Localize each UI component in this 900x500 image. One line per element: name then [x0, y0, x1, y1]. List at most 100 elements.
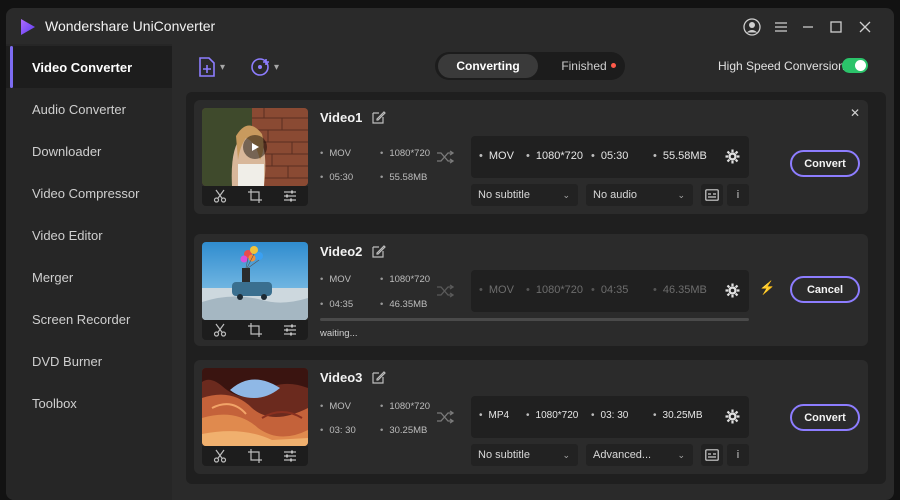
output-format: MOV [479, 284, 514, 296]
chevron-down-icon: ▾ [274, 61, 280, 73]
output-format: MP4 [479, 410, 510, 421]
thumbnail-toolbar [202, 186, 308, 206]
source-duration: 03: 30 [320, 425, 355, 436]
high-speed-bolt-icon: ⚡ [759, 280, 776, 295]
tab-converting[interactable]: Converting [438, 54, 538, 78]
app-title: Wondershare UniConverter [45, 18, 216, 34]
output-settings[interactable]: MOV 1080*720 05:30 55.58MB [471, 136, 749, 178]
output-duration: 05:30 [591, 150, 629, 162]
maximize-icon[interactable] [827, 18, 845, 36]
trim-icon[interactable] [213, 323, 227, 337]
output-format: MOV [479, 150, 514, 162]
source-size: 46.35MB [380, 299, 427, 310]
close-icon[interactable] [856, 18, 874, 36]
settings-gear-icon[interactable] [725, 283, 740, 298]
sidebar-item-dvd-burner[interactable]: DVD Burner [6, 340, 172, 382]
edit-icon[interactable] [372, 370, 386, 384]
tab-finished[interactable]: Finished [547, 54, 621, 78]
settings-gear-icon[interactable] [725, 149, 740, 164]
output-size: 46.35MB [653, 284, 707, 296]
source-resolution: 1080*720 [380, 274, 430, 285]
sidebar-item-video-converter[interactable]: Video Converter [6, 46, 172, 88]
output-resolution: 1080*720 [526, 410, 579, 421]
source-format: MOV [320, 274, 351, 285]
trim-icon[interactable] [213, 189, 227, 203]
chevron-down-icon: ▾ [220, 61, 226, 73]
effects-icon[interactable] [283, 323, 297, 337]
conversion-progress-bar [320, 318, 749, 321]
settings-gear-icon[interactable] [725, 409, 740, 424]
audio-select[interactable]: No audio ⌄ [586, 184, 693, 206]
notification-dot [611, 63, 616, 68]
info-button[interactable]: i [727, 444, 749, 466]
output-resolution: 1080*720 [526, 284, 583, 296]
add-files-button[interactable]: ▾ [198, 56, 225, 78]
app-window: Wondershare UniConverter Video Converter… [6, 8, 894, 500]
sidebar-item-merger[interactable]: Merger [6, 256, 172, 298]
sidebar-item-toolbox[interactable]: Toolbox [6, 382, 172, 424]
subtitle-editor-button[interactable] [701, 444, 723, 466]
video-thumbnail[interactable] [202, 108, 308, 186]
title-bar: Wondershare UniConverter [6, 8, 894, 44]
convert-button[interactable]: Convert [790, 150, 860, 177]
subtitle-editor-button[interactable] [701, 184, 723, 206]
subtitle-select[interactable]: No subtitle ⌄ [471, 444, 578, 466]
dvd-add-icon [251, 58, 269, 76]
info-button[interactable]: i [727, 184, 749, 206]
video-title: Video1 [320, 110, 363, 125]
sidebar-item-screen-recorder[interactable]: Screen Recorder [6, 298, 172, 340]
shuffle-icon [436, 284, 455, 298]
output-resolution: 1080*720 [526, 150, 583, 162]
effects-icon[interactable] [283, 189, 297, 203]
video-title: Video2 [320, 244, 363, 259]
subtitle-icon [705, 449, 719, 461]
remove-file-icon[interactable]: ✕ [850, 106, 860, 120]
output-settings[interactable]: MOV 1080*720 04:35 46.35MB [471, 270, 749, 312]
video-title: Video3 [320, 370, 363, 385]
video-card-1: Video1 MOV 1080*720 05:30 55.58MB MOV 10… [194, 100, 868, 214]
output-size: 30.25MB [653, 410, 703, 421]
crop-icon[interactable] [247, 189, 262, 203]
chevron-down-icon: ⌄ [677, 450, 685, 460]
crop-icon[interactable] [247, 323, 262, 337]
subtitle-select[interactable]: No subtitle ⌄ [471, 184, 578, 206]
subtitle-icon [705, 189, 719, 201]
app-logo-icon [21, 19, 35, 35]
video-thumbnail[interactable] [202, 368, 308, 446]
output-settings[interactable]: MP4 1080*720 03: 30 30.25MB [471, 396, 749, 438]
video-card-2: Video2 MOV 1080*720 04:35 46.35MB MOV 10… [194, 234, 868, 346]
edit-icon[interactable] [372, 110, 386, 124]
sidebar-item-video-compressor[interactable]: Video Compressor [6, 172, 172, 214]
menu-icon[interactable] [772, 18, 790, 36]
high-speed-label: High Speed Conversion [718, 59, 845, 73]
thumbnail-toolbar [202, 320, 308, 340]
convert-button[interactable]: Convert [790, 404, 860, 431]
cancel-button[interactable]: Cancel [790, 276, 860, 303]
sidebar-item-audio-converter[interactable]: Audio Converter [6, 88, 172, 130]
effects-icon[interactable] [283, 449, 297, 463]
sidebar-item-downloader[interactable]: Downloader [6, 130, 172, 172]
sidebar-item-video-editor[interactable]: Video Editor [6, 214, 172, 256]
load-dvd-button[interactable]: ▾ [250, 56, 279, 78]
source-resolution: 1080*720 [380, 148, 430, 159]
edit-icon[interactable] [372, 244, 386, 258]
video-thumbnail[interactable] [202, 242, 308, 320]
audio-select[interactable]: Advanced... ⌄ [586, 444, 693, 466]
output-duration: 04:35 [591, 284, 629, 296]
source-duration: 05:30 [320, 172, 353, 183]
trim-icon[interactable] [213, 449, 227, 463]
output-size: 55.58MB [653, 150, 707, 162]
add-file-icon [199, 57, 215, 77]
shuffle-icon [436, 150, 455, 164]
source-format: MOV [320, 401, 351, 412]
chevron-down-icon: ⌄ [562, 450, 570, 460]
source-resolution: 1080*720 [380, 401, 430, 412]
high-speed-toggle[interactable] [842, 58, 868, 73]
status-tabs: Converting Finished [435, 52, 625, 80]
shuffle-icon [436, 410, 455, 424]
minimize-icon[interactable] [799, 18, 817, 36]
account-icon[interactable] [743, 18, 761, 36]
video-card-3: Video3 MOV 1080*720 03: 30 30.25MB MP4 1… [194, 360, 868, 474]
play-icon[interactable] [243, 135, 267, 159]
crop-icon[interactable] [247, 449, 262, 463]
